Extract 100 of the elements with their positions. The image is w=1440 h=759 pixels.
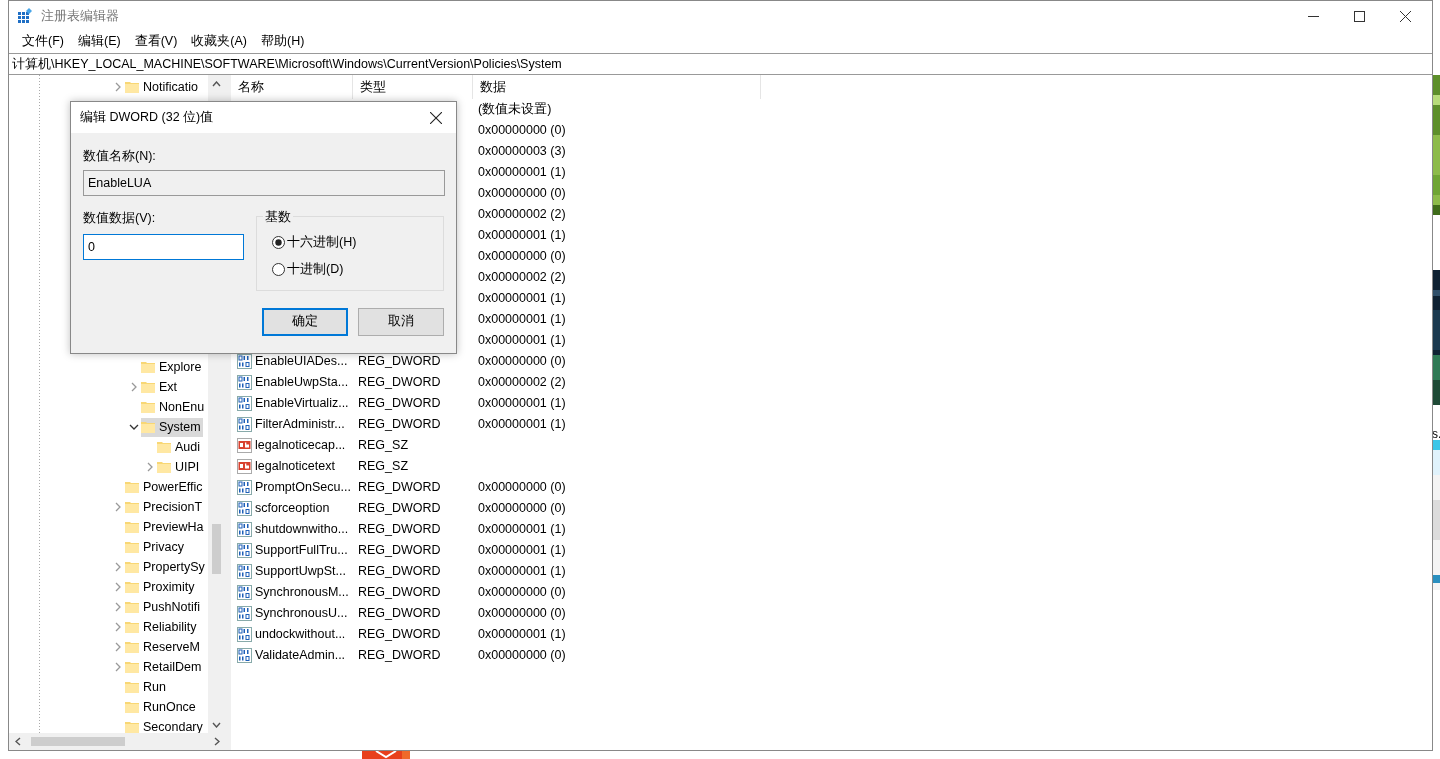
scrollbar-thumb[interactable] — [212, 524, 221, 574]
binary-value-icon — [237, 417, 252, 432]
value-data: 0x00000000 (0) — [477, 479, 566, 497]
expand-chevron-icon[interactable] — [113, 502, 123, 512]
field-label: 数值数据(V): — [83, 209, 157, 227]
address-field[interactable]: 计算机\HKEY_LOCAL_MACHINE\SOFTWARE\Microsoft\Windows\CurrentVersion\Policies\System — [9, 53, 1432, 75]
tree-item[interactable]: ReserveM — [125, 637, 202, 657]
value-name[interactable]: EnableUIADes... — [255, 352, 348, 371]
value-name[interactable]: SupportFullTru... — [255, 541, 348, 560]
cancel-button[interactable]: 取消 — [358, 307, 444, 336]
value-data: 0x00000000 (0) — [477, 500, 566, 518]
value-type: REG_DWORD — [357, 605, 442, 623]
value-data: 0x00000000 (0) — [477, 584, 566, 602]
scrollbar-thumb[interactable] — [31, 737, 125, 746]
tree-item[interactable]: Ext — [141, 377, 180, 397]
tree-item[interactable]: Notificatio — [125, 77, 200, 97]
value-name[interactable]: shutdownwitho... — [255, 520, 349, 539]
window-title: 注册表编辑器 — [41, 7, 119, 25]
tree-item[interactable]: Proximity — [125, 577, 197, 597]
binary-value-icon — [237, 501, 252, 516]
tree-item[interactable]: UIPI — [157, 457, 202, 477]
tree-item[interactable]: Run — [125, 677, 168, 697]
value-name[interactable]: ValidateAdmin... — [255, 646, 346, 665]
tree-item[interactable]: RunOnce — [125, 697, 198, 717]
value-name[interactable]: SupportUwpSt... — [255, 562, 346, 581]
radio-label[interactable]: 十进制(D) — [287, 260, 344, 280]
folder-icon — [141, 401, 155, 413]
value-type: REG_DWORD — [357, 626, 442, 644]
value-type: REG_DWORD — [357, 584, 442, 602]
value-data: 0x00000001 (1) — [477, 626, 566, 644]
tree-item[interactable]: Reliability — [125, 617, 199, 637]
tree-item[interactable]: PrecisionT — [125, 497, 205, 517]
expand-chevron-icon[interactable] — [113, 622, 123, 632]
binary-value-icon — [237, 522, 252, 537]
tree-item[interactable]: PreviewHa — [125, 517, 206, 537]
binary-value-icon — [237, 627, 252, 642]
value-name[interactable]: legalnoticetext — [255, 457, 335, 476]
tree-item[interactable]: RetailDem — [125, 657, 204, 677]
tree-item[interactable]: Explore — [141, 357, 204, 377]
menu-item[interactable]: 文件(F) — [15, 32, 71, 51]
value-name-field[interactable]: EnableLUA — [83, 169, 445, 196]
menu-item[interactable]: 编辑(E) — [70, 32, 128, 51]
expand-chevron-icon[interactable] — [113, 662, 123, 672]
value-name[interactable]: legalnoticecap... — [255, 436, 346, 455]
scrollbar[interactable] — [9, 733, 225, 750]
tree-item[interactable]: Secondary — [125, 717, 205, 733]
collapse-chevron-icon[interactable] — [129, 422, 139, 432]
tree-item[interactable]: PowerEffic — [125, 477, 205, 497]
binary-value-icon — [237, 543, 252, 558]
value-data: 0x00000001 (1) — [477, 395, 566, 413]
binary-value-icon — [237, 480, 252, 495]
value-name[interactable]: PromptOnSecu... — [255, 478, 351, 497]
radio-button[interactable] — [272, 236, 285, 250]
value-name[interactable]: EnableUwpSta... — [255, 373, 349, 392]
folder-icon — [125, 81, 139, 93]
binary-value-icon — [237, 564, 252, 579]
folder-icon — [157, 461, 171, 473]
tree-item[interactable]: Privacy — [125, 537, 186, 557]
expand-chevron-icon[interactable] — [113, 642, 123, 652]
menu-item[interactable]: 帮助(H) — [254, 32, 312, 51]
radio-label[interactable]: 十六进制(H) — [287, 233, 357, 253]
folder-icon — [125, 621, 139, 633]
value-data: 0x00000002 (2) — [477, 206, 566, 224]
value-type: REG_DWORD — [357, 416, 442, 434]
value-data: 0x00000001 (1) — [477, 290, 566, 308]
value-name[interactable]: SynchronousU... — [255, 604, 348, 623]
value-data: 0x00000000 (0) — [477, 353, 566, 371]
expand-chevron-icon[interactable] — [113, 562, 123, 572]
expand-chevron-icon[interactable] — [113, 582, 123, 592]
value-name[interactable]: SynchronousM... — [255, 583, 349, 602]
tree-item[interactable]: PushNotifi — [125, 597, 202, 617]
folder-icon — [125, 481, 139, 493]
field-label: 数值名称(N): — [83, 148, 157, 165]
folder-icon — [125, 681, 139, 693]
expand-chevron-icon[interactable] — [113, 82, 123, 92]
value-name[interactable]: EnableVirtualiz... — [255, 394, 349, 413]
tree-item[interactable]: PropertySy — [125, 557, 207, 577]
close-icon — [1399, 10, 1411, 22]
maximize-icon — [1353, 10, 1365, 22]
expand-chevron-icon[interactable] — [113, 602, 123, 612]
menu-item[interactable]: 查看(V) — [127, 32, 185, 51]
menu-item[interactable]: 收藏夹(A) — [184, 32, 254, 51]
value-name[interactable]: scforceoption — [255, 499, 330, 518]
tree-item[interactable]: Audi — [157, 437, 203, 457]
value-data-field[interactable]: 0 — [83, 233, 244, 260]
tree-item[interactable]: NonEnu — [141, 397, 207, 417]
value-data: 0x00000001 (1) — [477, 563, 566, 581]
value-name[interactable]: FilterAdministr... — [255, 415, 345, 434]
radio-button[interactable] — [272, 263, 285, 277]
tree-item[interactable]: System — [141, 417, 203, 437]
value-data: 0x00000002 (2) — [477, 374, 566, 392]
expand-chevron-icon[interactable] — [145, 462, 155, 472]
value-data: 0x00000000 (0) — [477, 605, 566, 623]
dialog-title: 编辑 DWORD (32 位)值 — [80, 109, 214, 127]
expand-chevron-icon[interactable] — [129, 382, 139, 392]
value-type: REG_DWORD — [357, 374, 442, 392]
value-name[interactable]: undockwithout... — [255, 625, 346, 644]
folder-icon — [125, 641, 139, 653]
ok-button[interactable]: 确定 — [262, 307, 348, 336]
value-data: 0x00000001 (1) — [477, 227, 566, 245]
